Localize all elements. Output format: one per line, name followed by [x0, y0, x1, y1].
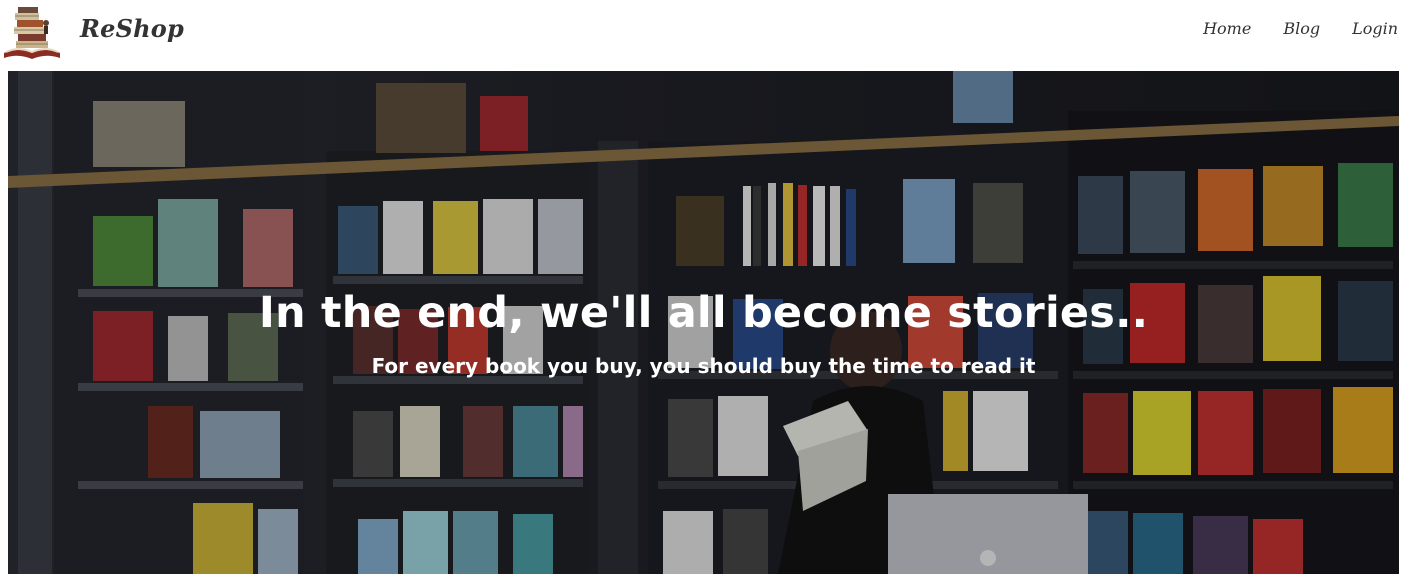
hero-title: In the end, we'll all become stories.. [258, 287, 1149, 338]
navbar: ReShop Home Blog Login [0, 0, 1402, 66]
hero-banner: In the end, we'll all become stories.. F… [8, 71, 1399, 574]
brand-name[interactable]: ReShop [80, 14, 184, 43]
nav-link-login[interactable]: Login [1352, 19, 1398, 38]
nav-link-home[interactable]: Home [1203, 19, 1251, 38]
hero-subtitle: For every book you buy, you should buy t… [371, 354, 1036, 378]
book-stack-logo-icon[interactable] [2, 3, 62, 61]
hero-text: In the end, we'll all become stories.. F… [8, 71, 1399, 574]
main-nav: Home Blog Login [1171, 19, 1398, 38]
nav-link-blog[interactable]: Blog [1283, 19, 1320, 38]
